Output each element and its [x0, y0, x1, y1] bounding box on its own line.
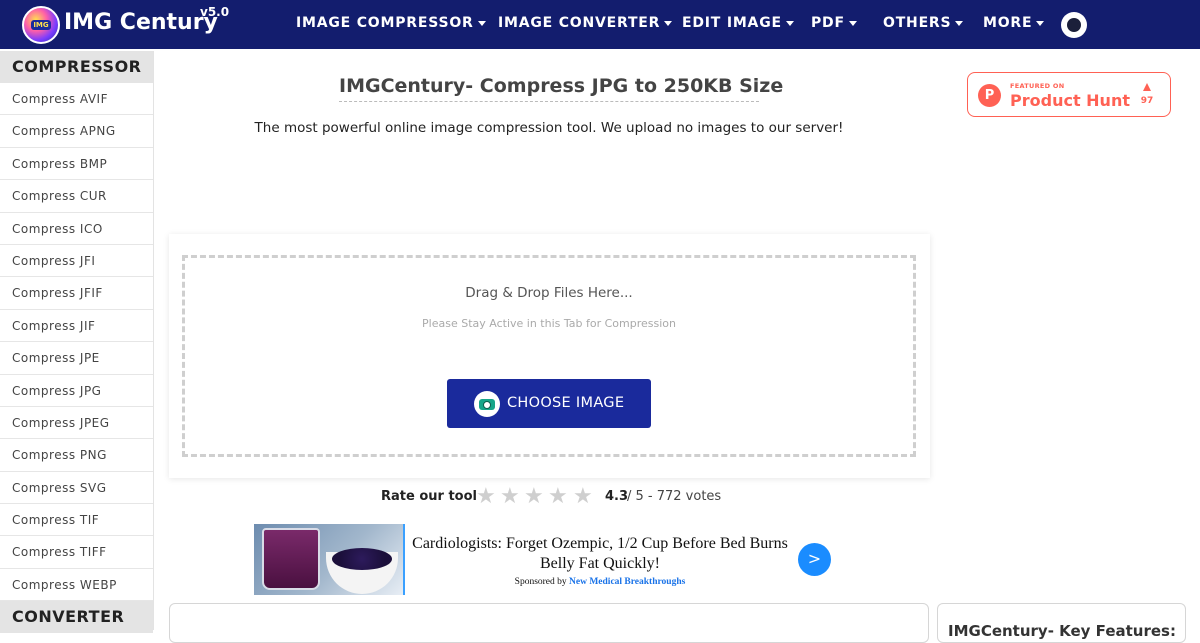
- product-hunt-featured: FEATURED ON: [1010, 82, 1065, 90]
- nav-others[interactable]: OTHERS: [883, 15, 964, 31]
- nav-label: OTHERS: [883, 15, 952, 31]
- nav-label: EDIT IMAGE: [682, 15, 782, 31]
- caret-down-icon: [785, 20, 794, 26]
- brand-name[interactable]: IMG Century: [64, 10, 218, 35]
- ad-berries-shape: [332, 548, 392, 570]
- content-card: [169, 603, 929, 643]
- top-navbar: IMG IMG Century v5.0 IMAGE COMPRESSOR IM…: [0, 0, 1200, 49]
- sidebar-item-compress-tiff[interactable]: Compress TIFF: [0, 536, 153, 569]
- logo-icon[interactable]: IMG: [22, 6, 60, 44]
- upvote-arrow-icon: [1143, 83, 1151, 91]
- page-title: IMGCentury- Compress JPG to 250KB Size: [339, 75, 783, 102]
- brand-version: v5.0: [200, 5, 230, 19]
- rating-score: 4.3: [605, 489, 629, 504]
- nav-pdf[interactable]: PDF: [811, 15, 857, 31]
- sidebar-item-compress-bmp[interactable]: Compress BMP: [0, 148, 153, 181]
- caret-down-icon: [1036, 20, 1045, 26]
- rate-label: Rate our tool: [381, 489, 477, 504]
- key-features-card: IMGCentury- Key Features:: [937, 603, 1186, 643]
- ad-headline[interactable]: Cardiologists: Forget Ozempic, 1/2 Cup B…: [412, 534, 788, 574]
- product-hunt-count: 97: [1140, 96, 1154, 106]
- sidebar-section-compressor: COMPRESSOR: [0, 51, 153, 83]
- sidebar-item-compress-cur[interactable]: Compress CUR: [0, 180, 153, 213]
- ad-arrow-button[interactable]: >: [798, 543, 831, 576]
- logo-badge-text: IMG: [31, 20, 51, 30]
- nav-edit-image[interactable]: EDIT IMAGE: [682, 15, 794, 31]
- choose-image-button[interactable]: CHOOSE IMAGE: [447, 379, 651, 428]
- nav-label: IMAGE CONVERTER: [498, 15, 661, 31]
- sidebar-item-compress-jif[interactable]: Compress JIF: [0, 310, 153, 343]
- sidebar-item-compress-ico[interactable]: Compress ICO: [0, 213, 153, 245]
- sidebar-item-compress-webp[interactable]: Compress WEBP: [0, 569, 153, 602]
- nav-label: MORE: [983, 15, 1033, 31]
- star-icon[interactable]: ★: [476, 484, 496, 509]
- drop-title: Drag & Drop Files Here...: [465, 285, 633, 301]
- theme-toggle-icon[interactable]: [1061, 12, 1087, 38]
- rating-votes: / 5 - 772 votes: [627, 489, 722, 504]
- sidebar-item-compress-jfi[interactable]: Compress JFI: [0, 245, 153, 278]
- ad-sponsored-by: Sponsored by: [514, 577, 567, 587]
- caret-down-icon: [477, 20, 486, 26]
- product-hunt-name: Product Hunt: [1010, 91, 1130, 110]
- product-hunt-icon: P: [978, 84, 1001, 107]
- nav-image-converter[interactable]: IMAGE CONVERTER: [498, 15, 673, 31]
- sidebar-item-compress-apng[interactable]: Compress APNG: [0, 115, 153, 148]
- sidebar-item-compress-avif[interactable]: Compress AVIF: [0, 83, 153, 116]
- caret-down-icon: [955, 20, 964, 26]
- star-icon[interactable]: ★: [524, 484, 544, 509]
- drop-zone[interactable]: Drag & Drop Files Here... Please Stay Ac…: [182, 255, 916, 457]
- ad-sponsor-line: Sponsored by New Medical Breakthroughs: [412, 577, 788, 587]
- sidebar-item-compress-jpe[interactable]: Compress JPE: [0, 342, 153, 375]
- product-hunt-badge[interactable]: P FEATURED ON Product Hunt 97: [967, 72, 1171, 117]
- nav-label: PDF: [811, 15, 845, 31]
- ad-sponsor-name[interactable]: New Medical Breakthroughs: [569, 577, 685, 587]
- nav-image-compressor[interactable]: IMAGE COMPRESSOR: [296, 15, 486, 31]
- choose-image-label: CHOOSE IMAGE: [507, 395, 625, 411]
- star-icon[interactable]: ★: [548, 484, 568, 509]
- sidebar-item-compress-jpg[interactable]: Compress JPG: [0, 375, 153, 407]
- sidebar-item-compress-tif[interactable]: Compress TIF: [0, 504, 153, 537]
- page-subtitle: The most powerful online image compressi…: [254, 120, 844, 136]
- caret-down-icon: [848, 20, 857, 26]
- ad-glass-shape: [262, 528, 320, 590]
- star-icon[interactable]: ★: [573, 484, 593, 509]
- camera-icon: [474, 391, 500, 417]
- upload-card: Drag & Drop Files Here... Please Stay Ac…: [169, 234, 930, 478]
- sidebar-item-compress-svg[interactable]: Compress SVG: [0, 472, 153, 505]
- star-icon[interactable]: ★: [500, 484, 520, 509]
- sidebar-item-compress-jpeg[interactable]: Compress JPEG: [0, 407, 153, 440]
- nav-more[interactable]: MORE: [983, 15, 1045, 31]
- sidebar: COMPRESSOR Compress AVIF Compress APNG C…: [0, 51, 154, 634]
- key-features-heading: IMGCentury- Key Features:: [948, 622, 1176, 640]
- drop-subtitle: Please Stay Active in this Tab for Compr…: [422, 317, 676, 330]
- caret-down-icon: [664, 20, 673, 26]
- sidebar-item-compress-jfif[interactable]: Compress JFIF: [0, 277, 153, 310]
- sidebar-item-compress-png[interactable]: Compress PNG: [0, 439, 153, 472]
- sidebar-section-converter[interactable]: CONVERTER: [0, 601, 153, 634]
- ad-image[interactable]: [254, 524, 405, 595]
- nav-label: IMAGE COMPRESSOR: [296, 15, 474, 31]
